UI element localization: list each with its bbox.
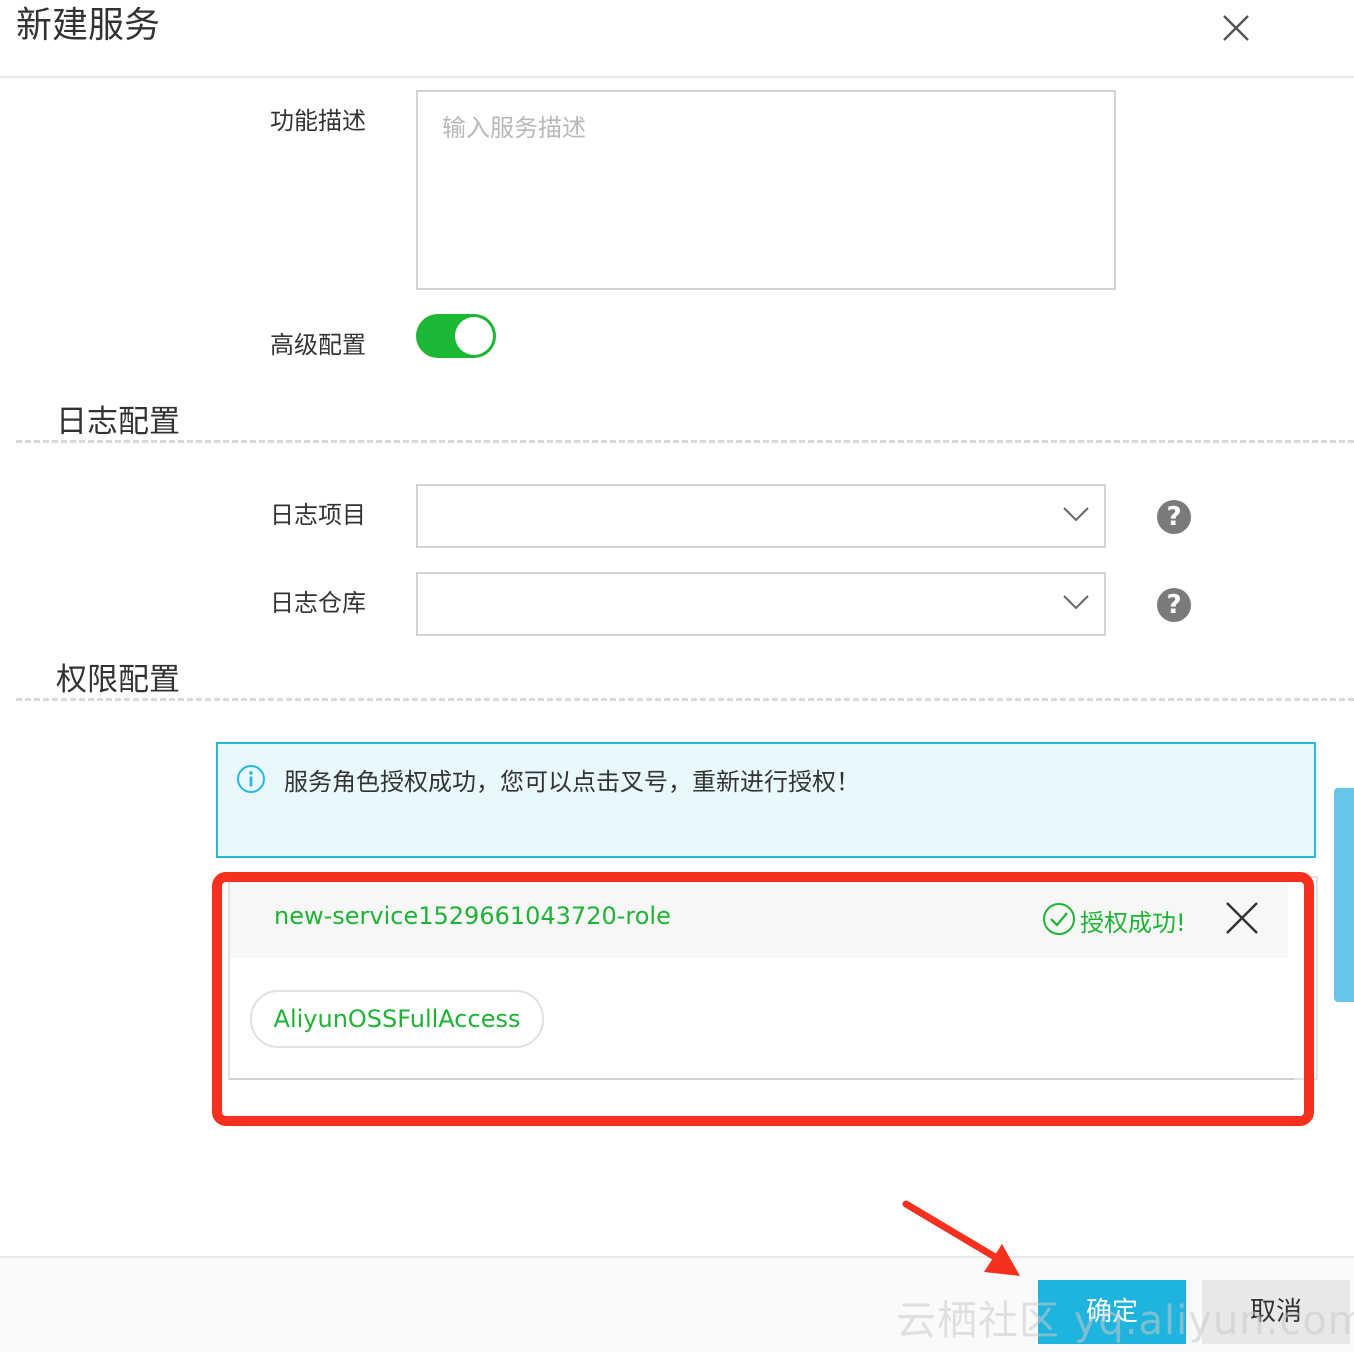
log-project-label: 日志项目 — [270, 501, 366, 529]
log-section-divider — [16, 440, 1354, 443]
info-icon — [237, 765, 265, 793]
log-store-select[interactable] — [416, 572, 1106, 636]
permission-section-divider — [16, 698, 1354, 701]
watermark: 云栖社区 yq.aliyun.com — [896, 1298, 1354, 1344]
description-textarea[interactable]: 输入服务描述 — [416, 90, 1116, 290]
chevron-down-icon — [1063, 595, 1089, 610]
chevron-down-icon — [1063, 507, 1089, 522]
description-label: 功能描述 — [270, 107, 366, 135]
alert-message: 服务角色授权成功，您可以点击叉号，重新进行授权！ — [284, 768, 860, 796]
log-section-title: 日志配置 — [56, 404, 180, 440]
header-divider — [0, 76, 1354, 78]
highlight-annotation-box — [212, 872, 1314, 1126]
help-icon[interactable]: ? — [1157, 500, 1191, 534]
feedback-side-tab[interactable] — [1334, 788, 1354, 1002]
info-alert: 服务角色授权成功，您可以点击叉号，重新进行授权！ — [216, 742, 1316, 858]
advanced-config-toggle[interactable] — [416, 314, 496, 358]
log-store-label: 日志仓库 — [270, 589, 366, 617]
dialog-title: 新建服务 — [16, 5, 161, 46]
toggle-knob — [455, 317, 493, 355]
close-icon[interactable] — [1218, 10, 1254, 46]
description-placeholder: 输入服务描述 — [442, 114, 586, 142]
arrow-annotation — [902, 1200, 1020, 1276]
advanced-config-label: 高级配置 — [270, 331, 366, 359]
help-icon[interactable]: ? — [1157, 588, 1191, 622]
permission-section-title: 权限配置 — [56, 662, 180, 698]
log-project-select[interactable] — [416, 484, 1106, 548]
